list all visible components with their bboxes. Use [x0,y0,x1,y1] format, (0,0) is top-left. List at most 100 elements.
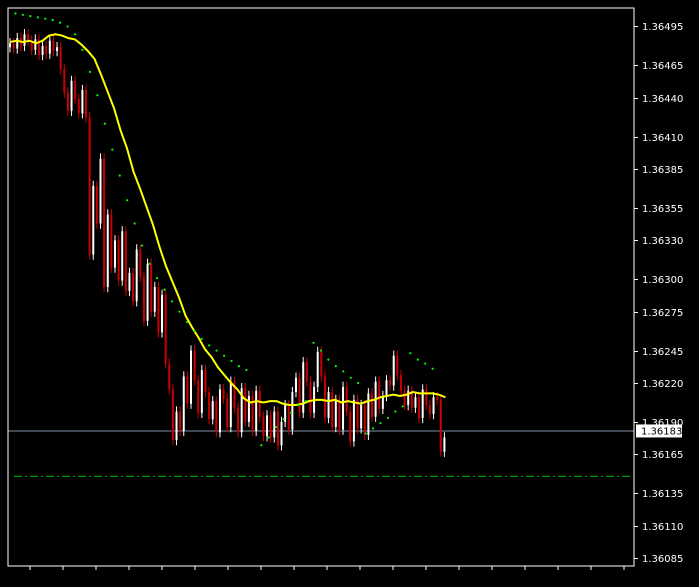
sar-dot [44,17,47,20]
y-tick-label: 1.36300 [642,275,683,286]
sar-dot [312,341,315,344]
y-tick-label: 1.36135 [642,489,683,500]
candle-body [331,392,334,428]
sar-dot [36,16,39,19]
candle-body [117,240,120,281]
candle-body [45,45,48,54]
sar-dot [245,368,248,372]
candle-body [157,287,160,333]
candle-body [247,395,250,422]
candle-body [323,376,326,418]
candle-body [175,411,178,441]
candle-body [63,69,66,93]
candle-body [92,185,95,255]
candle-body [320,351,323,377]
price-chart: 1.36495 1.36465 1.36440 1.36410 1.36385 1.363… [0,0,699,587]
sar-dot [185,320,188,324]
candle-body [428,405,431,415]
sar-dot [267,436,270,439]
candle-body [208,392,211,420]
candle-body [294,377,297,393]
candle-body [392,355,395,386]
y-tick-label: 1.36410 [642,133,683,144]
sar-dot [21,13,24,16]
candle-body [110,214,113,268]
candle-body [135,249,138,302]
candle-body [244,388,247,422]
sar-dot [81,48,84,51]
candle-body [48,40,51,54]
sar-dot [304,400,308,403]
candle-body [316,351,319,387]
candle-body [113,240,116,268]
sar-dot [379,422,382,425]
candle-body [52,40,55,52]
candle-body [226,398,229,428]
sar-dot [416,358,419,361]
price-tag-label: 1.36183 [641,426,682,437]
candle-body [168,363,171,390]
sar-dot [193,330,196,333]
candle-body [360,405,363,429]
sar-dot [148,262,151,265]
candle-body [59,47,62,70]
sar-dot [237,365,241,368]
candle-body [193,350,196,381]
sar-dot [230,359,233,363]
sar-dot [334,365,337,368]
sar-dot [319,349,322,352]
y-tick-label: 1.36495 [642,22,683,33]
candle-body [142,276,145,321]
candle-body [287,405,290,430]
candle-body [269,415,272,438]
candle-body [77,99,80,114]
candle-body [262,416,265,437]
sar-dot [14,12,17,15]
candle-body [222,389,225,399]
sar-dot [133,222,136,225]
candle-body [439,399,442,452]
sar-dot [431,367,434,370]
candle-body [276,411,279,446]
sar-dot [327,358,330,361]
y-tick-label: 1.36465 [642,61,683,72]
y-tick-label: 1.36385 [642,165,683,176]
y-tick-label: 1.36110 [642,522,683,533]
sar-dot [155,276,159,280]
candle-body [197,380,200,413]
candle-body [190,350,192,404]
sar-dot [386,416,390,420]
candle-body [9,43,11,48]
candle-body [334,399,337,428]
candle-body [266,415,269,437]
candle-body [443,437,446,452]
candle-body [27,34,30,41]
sar-dot [103,122,106,125]
sar-dot [275,425,278,429]
candle-body [85,90,88,118]
candle-body [171,389,174,441]
candle-body [396,355,399,376]
candle-body [436,397,439,400]
sar-dot [222,354,226,357]
candle-body [273,411,276,438]
sar-dot [59,21,62,24]
candle-body [150,263,153,312]
candle-body [182,376,185,431]
sar-dot [394,410,397,413]
sar-dot [290,411,293,414]
candle-body [367,393,370,435]
candle-body [371,393,373,417]
candle-body [215,401,218,433]
candle-body [338,399,341,430]
candle-body [70,80,73,111]
candle-body [161,294,164,333]
candle-body [349,411,352,442]
candle-body [414,397,417,408]
candle-body [132,272,135,302]
y-tick-label: 1.36440 [642,94,683,105]
sar-dot [409,352,412,355]
sar-dot [73,33,77,36]
candle-body [345,386,348,412]
candle-body [237,407,240,433]
